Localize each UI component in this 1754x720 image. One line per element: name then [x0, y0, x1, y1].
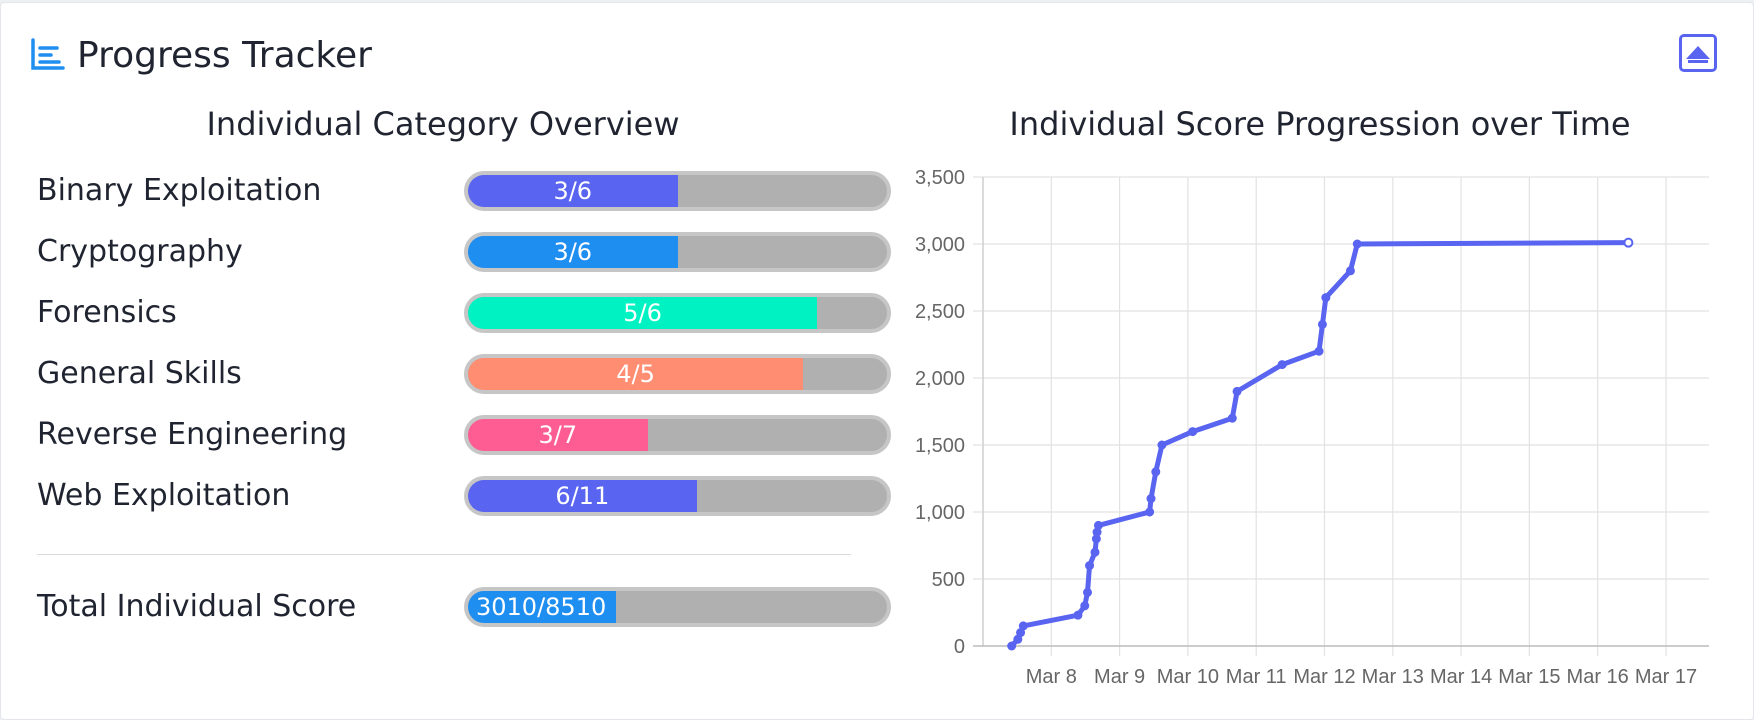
bar-chart-icon — [31, 38, 65, 70]
data-point — [1314, 346, 1324, 356]
x-tick-label: Mar 11 — [1226, 666, 1287, 688]
category-row: Forensics 5/6 — [37, 293, 891, 333]
x-tick-label: Mar 12 — [1293, 666, 1355, 688]
collapse-button[interactable] — [1679, 34, 1717, 72]
data-point — [1007, 641, 1017, 651]
category-label: Cryptography — [37, 234, 243, 269]
y-tick-label: 1,500 — [915, 435, 965, 457]
category-progress-bar: 3/6 — [464, 171, 891, 211]
data-point — [1157, 440, 1167, 450]
category-progress-fill: 6/11 — [468, 480, 697, 512]
y-tick-label: 3,500 — [915, 167, 965, 189]
score-line — [1009, 240, 1631, 649]
category-progress-fill: 4/5 — [468, 358, 804, 390]
y-tick-label: 2,000 — [915, 368, 965, 390]
y-tick-label: 0 — [954, 636, 965, 658]
total-score-fill: 3010/8510 — [468, 591, 617, 623]
y-tick-label: 3,000 — [915, 234, 965, 256]
data-point — [1090, 547, 1100, 557]
category-progress-fill: 3/7 — [468, 419, 648, 451]
data-point — [1080, 601, 1090, 611]
x-tick-label: Mar 13 — [1362, 666, 1424, 688]
total-score-bar: 3010/8510 — [464, 587, 891, 627]
category-row: Cryptography 3/6 — [37, 232, 891, 272]
score-progression-chart: 0 500 1,000 1,500 2,000 2,500 3,000 3,500 Mar 8 M… — [915, 167, 1709, 688]
data-point — [1093, 520, 1103, 530]
category-progress-bar: 3/6 — [464, 232, 891, 272]
data-point — [1317, 319, 1327, 329]
x-tick-label: Mar 16 — [1567, 666, 1629, 688]
total-score-row: Total Individual Score 3010/8510 — [37, 587, 891, 627]
total-score-label: Total Individual Score — [37, 589, 357, 624]
category-progress-bar: 4/5 — [464, 354, 891, 394]
data-point — [1085, 561, 1095, 571]
data-point — [1352, 239, 1362, 249]
y-tick-label: 2,500 — [915, 301, 965, 323]
category-label: General Skills — [37, 356, 242, 391]
score-progression-title: Individual Score Progression over Time — [1009, 105, 1631, 143]
data-point — [1188, 427, 1198, 437]
category-label: Binary Exploitation — [37, 173, 322, 208]
data-point — [1321, 293, 1331, 303]
x-tick-label: Mar 14 — [1430, 666, 1492, 688]
category-row: Binary Exploitation 3/6 — [37, 171, 891, 211]
x-tick-label: Mar 10 — [1157, 666, 1219, 688]
x-tick-label: Mar 15 — [1498, 666, 1560, 688]
category-progress-bar: 3/7 — [464, 415, 891, 455]
x-tick-label: Mar 8 — [1026, 666, 1077, 688]
y-tick-label: 500 — [932, 569, 965, 591]
data-point — [1232, 386, 1242, 396]
progress-tracker-card: Progress Tracker Individual Category Ove… — [0, 2, 1754, 720]
category-progress-fill: 3/6 — [468, 175, 678, 207]
category-progress-fill: 5/6 — [468, 297, 818, 329]
category-label: Reverse Engineering — [37, 417, 348, 452]
data-point — [1146, 494, 1156, 504]
divider — [37, 554, 851, 555]
category-progress-bar: 5/6 — [464, 293, 891, 333]
card-title: Progress Tracker — [77, 34, 372, 76]
collapse-up-icon — [1686, 45, 1710, 59]
data-point — [1227, 413, 1237, 423]
category-overview-title: Individual Category Overview — [206, 105, 680, 143]
data-point — [1151, 467, 1161, 477]
category-row: Reverse Engineering 3/7 — [37, 415, 891, 455]
data-point — [1145, 507, 1155, 517]
data-point — [1018, 621, 1028, 631]
card-header: Progress Tracker — [29, 33, 372, 77]
y-tick-label: 1,000 — [915, 502, 965, 524]
data-point — [1073, 610, 1083, 620]
category-row: General Skills 4/5 — [37, 354, 891, 394]
x-tick-label: Mar 9 — [1094, 666, 1145, 688]
data-point — [1082, 587, 1092, 597]
x-tick-label: Mar 17 — [1635, 666, 1697, 688]
category-label: Forensics — [37, 295, 177, 330]
category-progress-fill: 3/6 — [468, 236, 678, 268]
category-progress-bar: 6/11 — [464, 476, 891, 516]
data-point — [1623, 237, 1634, 248]
category-label: Web Exploitation — [37, 478, 291, 513]
data-point — [1277, 360, 1287, 370]
category-row: Web Exploitation 6/11 — [37, 476, 891, 516]
data-point — [1345, 266, 1355, 276]
